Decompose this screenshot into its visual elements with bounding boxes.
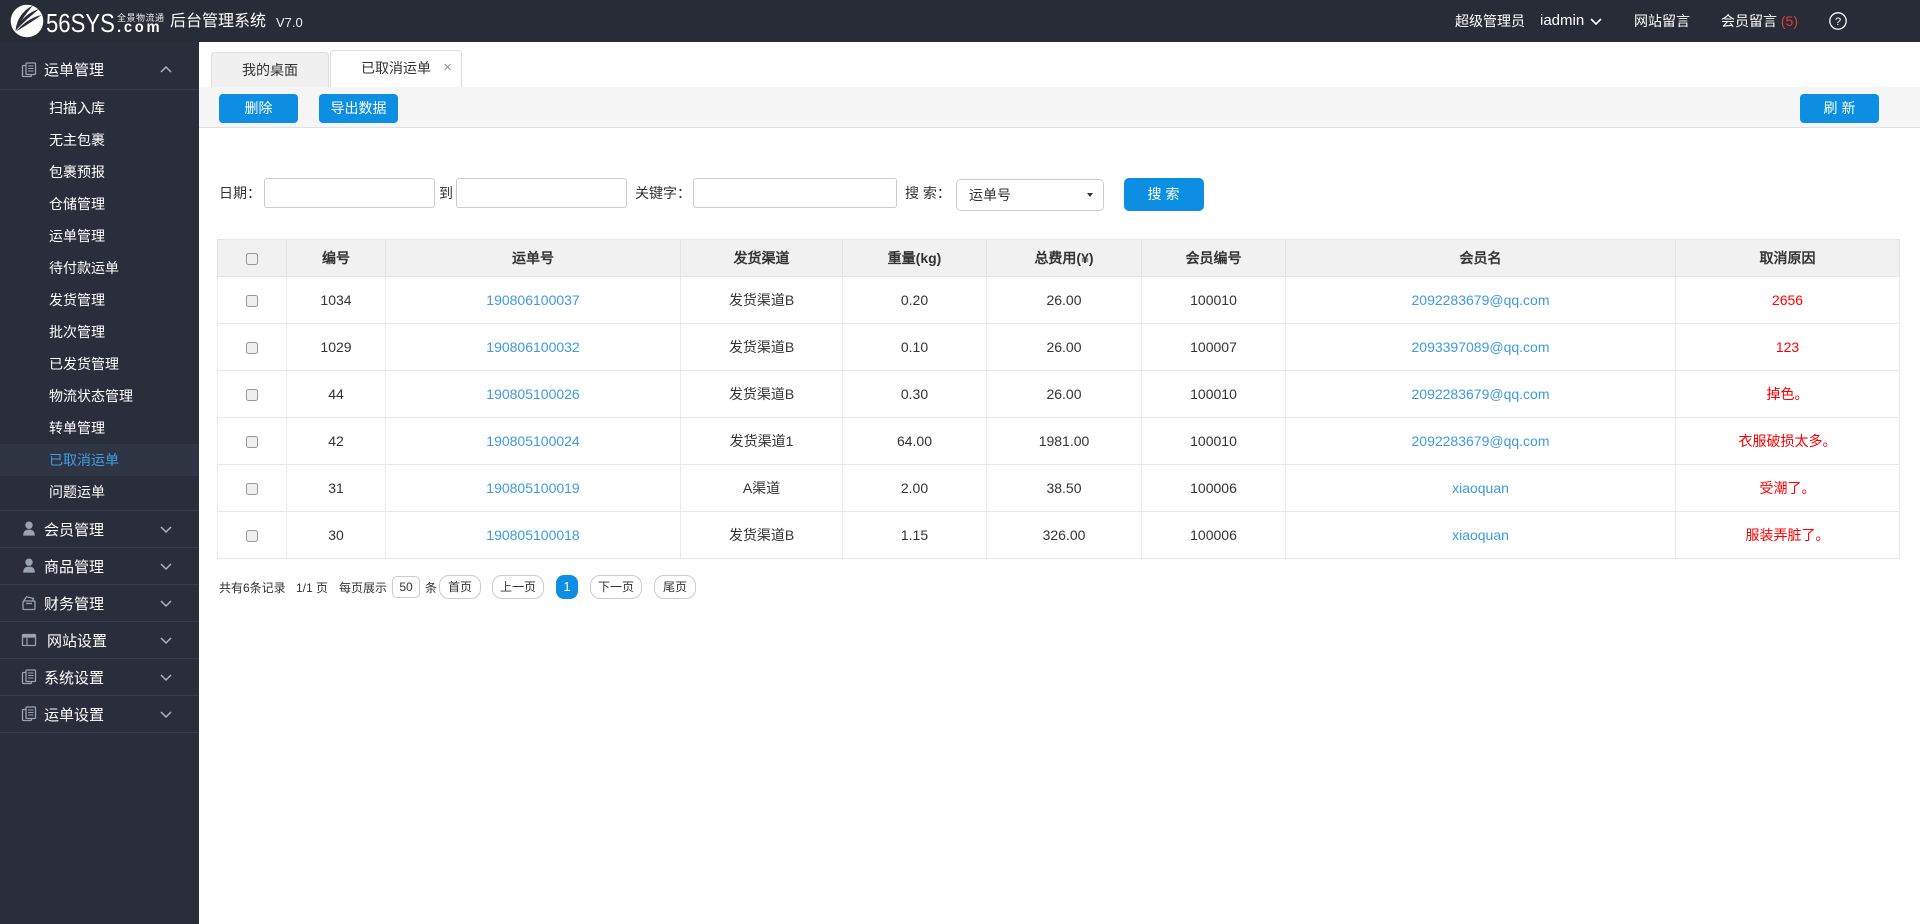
svg-text:?: ? <box>1835 16 1841 28</box>
